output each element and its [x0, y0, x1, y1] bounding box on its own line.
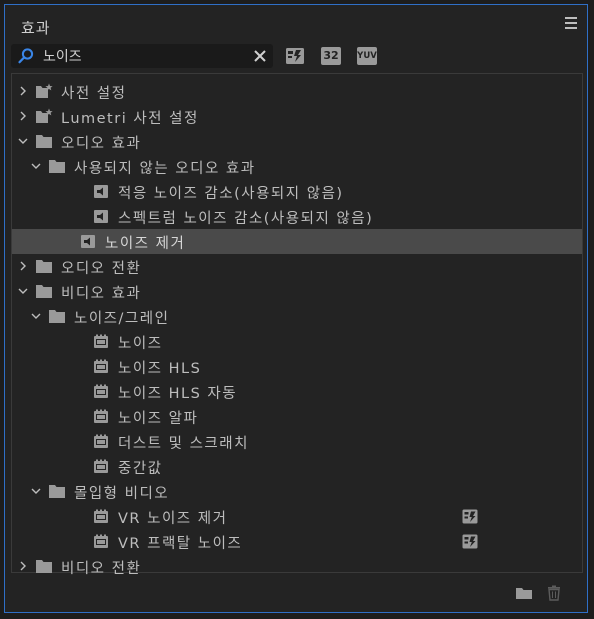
tree-row-label: 노이즈 HLS 자동: [118, 386, 238, 402]
search-box: [11, 44, 273, 68]
tree-row-label: 몰입형 비디오: [74, 486, 170, 502]
preset-folder-icon: [36, 108, 53, 123]
effects-panel: 효과 32 YUV 사전 설정 Lumetri 사전 설정오디오 효과사용되지 않…: [4, 4, 588, 613]
chevron-down-icon[interactable]: [31, 486, 41, 496]
tree-row[interactable]: 몰입형 비디오: [12, 479, 582, 504]
chevron-right-icon[interactable]: [18, 561, 28, 571]
chevron-down-icon[interactable]: [18, 136, 28, 146]
tree-row[interactable]: 노이즈/그레인: [12, 304, 582, 329]
folder-icon: [49, 485, 65, 498]
folder-icon: [36, 135, 52, 148]
tree-row[interactable]: 중간값: [12, 454, 582, 479]
audio-effect-icon: [94, 210, 108, 223]
folder-icon: [49, 310, 65, 323]
tree-row[interactable]: 사용되지 않는 오디오 효과: [12, 154, 582, 179]
32bit-filter-button[interactable]: 32: [321, 47, 341, 65]
accelerated-effects-filter-icon[interactable]: [285, 47, 305, 65]
tree-row-label: VR 노이즈 제거: [118, 511, 228, 527]
chevron-down-icon[interactable]: [31, 311, 41, 321]
tree-row[interactable]: Lumetri 사전 설정: [12, 104, 582, 129]
tree-row-label: 사용되지 않는 오디오 효과: [74, 161, 256, 177]
chevron-down-icon[interactable]: [31, 161, 41, 171]
search-input[interactable]: [43, 48, 243, 64]
folder-icon: [36, 285, 52, 298]
tree-row-label: 노이즈: [118, 336, 163, 352]
accelerated-effect-icon: [462, 509, 478, 524]
effects-tree: 사전 설정 Lumetri 사전 설정오디오 효과사용되지 않는 오디오 효과적응…: [11, 73, 583, 577]
chevron-down-icon[interactable]: [18, 286, 28, 296]
delete-trash-icon[interactable]: [545, 585, 563, 601]
tree-row[interactable]: 노이즈 HLS 자동: [12, 379, 582, 404]
audio-effect-icon: [81, 235, 95, 248]
tree-row[interactable]: VR 프랙탈 노이즈: [12, 529, 582, 554]
video-effect-icon: [94, 509, 108, 523]
tree-row-label: 사전 설정: [61, 86, 127, 102]
video-effect-icon: [94, 434, 108, 448]
folder-icon: [36, 560, 52, 573]
tree-row[interactable]: 노이즈 제거: [12, 229, 582, 254]
preset-folder-icon: [36, 83, 53, 98]
video-effect-icon: [94, 534, 108, 548]
tree-row-label: 노이즈/그레인: [74, 311, 170, 327]
panel-title: 효과: [21, 19, 51, 37]
accelerated-effect-icon: [462, 534, 478, 549]
tree-row[interactable]: 비디오 전환: [12, 554, 582, 579]
video-effect-icon: [94, 359, 108, 373]
tree-row-label: 노이즈 제거: [105, 236, 186, 252]
32bit-filter-label: 32: [323, 49, 339, 62]
tree-row-label: Lumetri 사전 설정: [61, 111, 199, 127]
tree-row[interactable]: VR 노이즈 제거: [12, 504, 582, 529]
tree-row-label: 오디오 전환: [61, 261, 142, 277]
tree-row-label: 노이즈 HLS: [118, 361, 202, 377]
search-icon: [18, 48, 34, 64]
new-custom-bin-folder-icon[interactable]: [515, 585, 533, 601]
chevron-right-icon[interactable]: [18, 86, 28, 96]
tree-row[interactable]: 오디오 전환: [12, 254, 582, 279]
tree-row-label: 스펙트럼 노이즈 감소(사용되지 않음): [118, 211, 374, 227]
tree-row[interactable]: 스펙트럼 노이즈 감소(사용되지 않음): [12, 204, 582, 229]
video-effect-icon: [94, 384, 108, 398]
tree-row-label: 적응 노이즈 감소(사용되지 않음): [118, 186, 344, 202]
tree-row-label: 비디오 효과: [61, 286, 142, 302]
tree-row[interactable]: 오디오 효과: [12, 129, 582, 154]
tree-row-label: VR 프랙탈 노이즈: [118, 536, 243, 552]
tree-row[interactable]: 적응 노이즈 감소(사용되지 않음): [12, 179, 582, 204]
tree-row-label: 오디오 효과: [61, 136, 142, 152]
clear-search-icon[interactable]: [253, 49, 267, 63]
folder-icon: [36, 260, 52, 273]
folder-icon: [49, 160, 65, 173]
video-effect-icon: [94, 334, 108, 348]
tree-row-label: 노이즈 알파: [118, 411, 199, 427]
tree-row[interactable]: 사전 설정: [12, 79, 582, 104]
tree-row-label: 더스트 및 스크래치: [118, 436, 249, 452]
tree-row[interactable]: 비디오 효과: [12, 279, 582, 304]
video-effect-icon: [94, 409, 108, 423]
chevron-right-icon[interactable]: [18, 261, 28, 271]
chevron-right-icon[interactable]: [18, 111, 28, 121]
tree-row[interactable]: 노이즈 알파: [12, 404, 582, 429]
tree-row-label: 중간값: [118, 461, 163, 477]
tree-row[interactable]: 노이즈 HLS: [12, 354, 582, 379]
tree-row[interactable]: 더스트 및 스크래치: [12, 429, 582, 454]
yuv-filter-label: YUV: [357, 51, 377, 61]
panel-menu-icon[interactable]: [565, 17, 577, 29]
tree-row-label: 비디오 전환: [61, 561, 142, 577]
tree-row[interactable]: 노이즈: [12, 329, 582, 354]
yuv-filter-button[interactable]: YUV: [357, 47, 377, 65]
video-effect-icon: [94, 459, 108, 473]
audio-effect-icon: [94, 185, 108, 198]
